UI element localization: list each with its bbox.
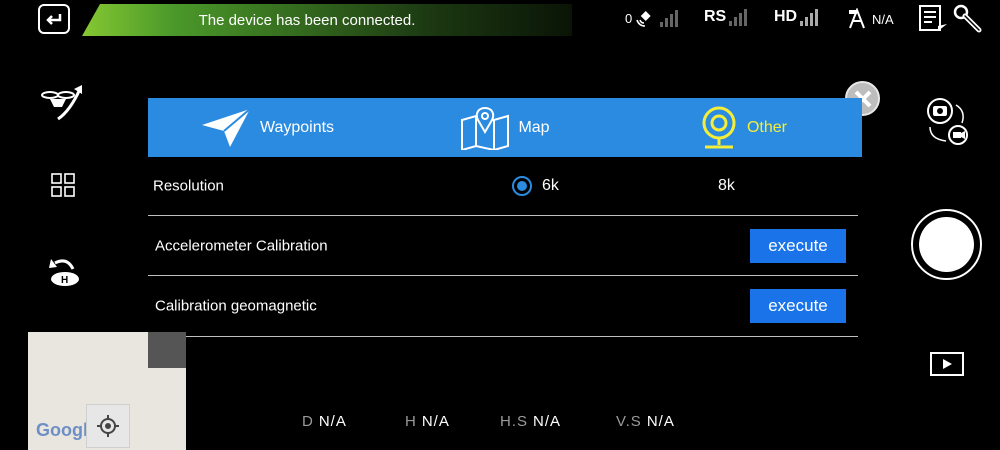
telemetry-distance-value: N/A bbox=[318, 413, 347, 430]
geomagnetic-calibration-label: Calibration geomagnetic bbox=[155, 297, 317, 315]
resolution-option-8k-label: 8k bbox=[718, 177, 735, 194]
resolution-option-6k[interactable]: 6k bbox=[512, 176, 559, 196]
telemetry-height-label: H bbox=[405, 413, 417, 430]
checklist-plane-icon bbox=[919, 5, 947, 31]
satellite-count: 0 bbox=[625, 10, 633, 26]
return-home-icon: H bbox=[49, 259, 79, 286]
satellite-signal-icon bbox=[660, 9, 679, 27]
accelerometer-execute-button[interactable]: execute bbox=[750, 229, 846, 263]
flight-log-button[interactable] bbox=[918, 4, 948, 39]
tab-map[interactable]: Map bbox=[386, 98, 624, 157]
accelerometer-calibration-label: Accelerometer Calibration bbox=[155, 237, 328, 254]
crosshair-icon bbox=[97, 415, 119, 437]
radio-selected-icon bbox=[512, 176, 532, 196]
rs-signal-icon bbox=[729, 8, 748, 26]
webcam-icon bbox=[702, 106, 736, 148]
map-pin-icon bbox=[461, 106, 510, 150]
satellite-status: 0 bbox=[625, 8, 679, 28]
grid-menu-button[interactable] bbox=[40, 162, 86, 208]
back-arrow-icon bbox=[46, 14, 62, 25]
resolution-option-8k[interactable]: 8k bbox=[718, 177, 735, 195]
map-tile-overlay bbox=[148, 332, 186, 368]
telemetry-vertical-speed-value: N/A bbox=[646, 413, 675, 430]
telemetry-vertical-speed-label: V.S bbox=[616, 413, 642, 430]
camera-video-switch-button[interactable] bbox=[924, 97, 970, 152]
connection-message: The device has been connected. bbox=[198, 11, 416, 29]
shutter-icon bbox=[919, 217, 974, 272]
flight-mode-status: N/A bbox=[847, 8, 894, 30]
playback-button[interactable] bbox=[930, 352, 964, 376]
paper-plane-icon bbox=[201, 107, 251, 147]
resolution-label: Resolution bbox=[153, 177, 224, 195]
flight-mode-value: N/A bbox=[872, 11, 894, 27]
return-home-button[interactable]: H bbox=[40, 248, 86, 294]
accelerometer-calibration-row: Accelerometer Calibration execute bbox=[148, 216, 858, 276]
drone-takeoff-button[interactable] bbox=[40, 78, 86, 124]
tab-bar: Waypoints Map Other bbox=[148, 98, 862, 157]
connection-banner: The device has been connected. bbox=[82, 4, 572, 36]
svg-text:H: H bbox=[61, 275, 68, 286]
telemetry-height: H N/A bbox=[405, 413, 450, 430]
telemetry-distance: D N/A bbox=[302, 413, 347, 430]
hd-signal-icon bbox=[800, 8, 819, 26]
back-button[interactable] bbox=[38, 4, 70, 34]
tab-other-label: Other bbox=[746, 118, 787, 136]
tab-other[interactable]: Other bbox=[624, 98, 862, 157]
locate-me-button[interactable] bbox=[86, 404, 130, 448]
tab-waypoints[interactable]: Waypoints bbox=[148, 98, 386, 157]
rs-label: RS bbox=[704, 8, 727, 25]
telemetry-horizontal-speed-value: N/A bbox=[533, 413, 562, 430]
telemetry-height-value: N/A bbox=[421, 413, 450, 430]
resolution-row: Resolution 6k 8k bbox=[148, 157, 858, 216]
mini-map[interactable]: Google bbox=[28, 332, 186, 450]
tab-waypoints-label: Waypoints bbox=[259, 118, 335, 136]
rs-status: RS bbox=[704, 8, 748, 26]
camera-switch-icon bbox=[927, 98, 968, 145]
wrench-icon bbox=[953, 4, 982, 33]
telemetry-distance-label: D bbox=[302, 413, 314, 430]
settings-panel: Waypoints Map Other Resolution 6k 8k Acc… bbox=[148, 98, 862, 338]
play-icon bbox=[943, 359, 952, 369]
grid-icon bbox=[51, 173, 75, 197]
geomagnetic-execute-button[interactable]: execute bbox=[750, 289, 846, 323]
geomagnetic-calibration-row: Calibration geomagnetic execute bbox=[148, 276, 858, 337]
settings-button[interactable] bbox=[952, 3, 984, 40]
satellite-icon bbox=[636, 11, 651, 27]
telemetry-horizontal-speed-label: H.S bbox=[500, 413, 529, 430]
shutter-button[interactable] bbox=[911, 209, 982, 280]
drone-takeoff-icon bbox=[41, 85, 82, 121]
resolution-option-6k-label: 6k bbox=[542, 177, 559, 194]
telemetry-horizontal-speed: H.S N/A bbox=[500, 413, 561, 430]
telemetry-vertical-speed: V.S N/A bbox=[616, 413, 675, 430]
flight-mode-icon bbox=[849, 8, 865, 29]
hd-label: HD bbox=[774, 8, 798, 25]
hd-status: HD bbox=[774, 8, 819, 26]
tab-map-label: Map bbox=[518, 118, 550, 136]
